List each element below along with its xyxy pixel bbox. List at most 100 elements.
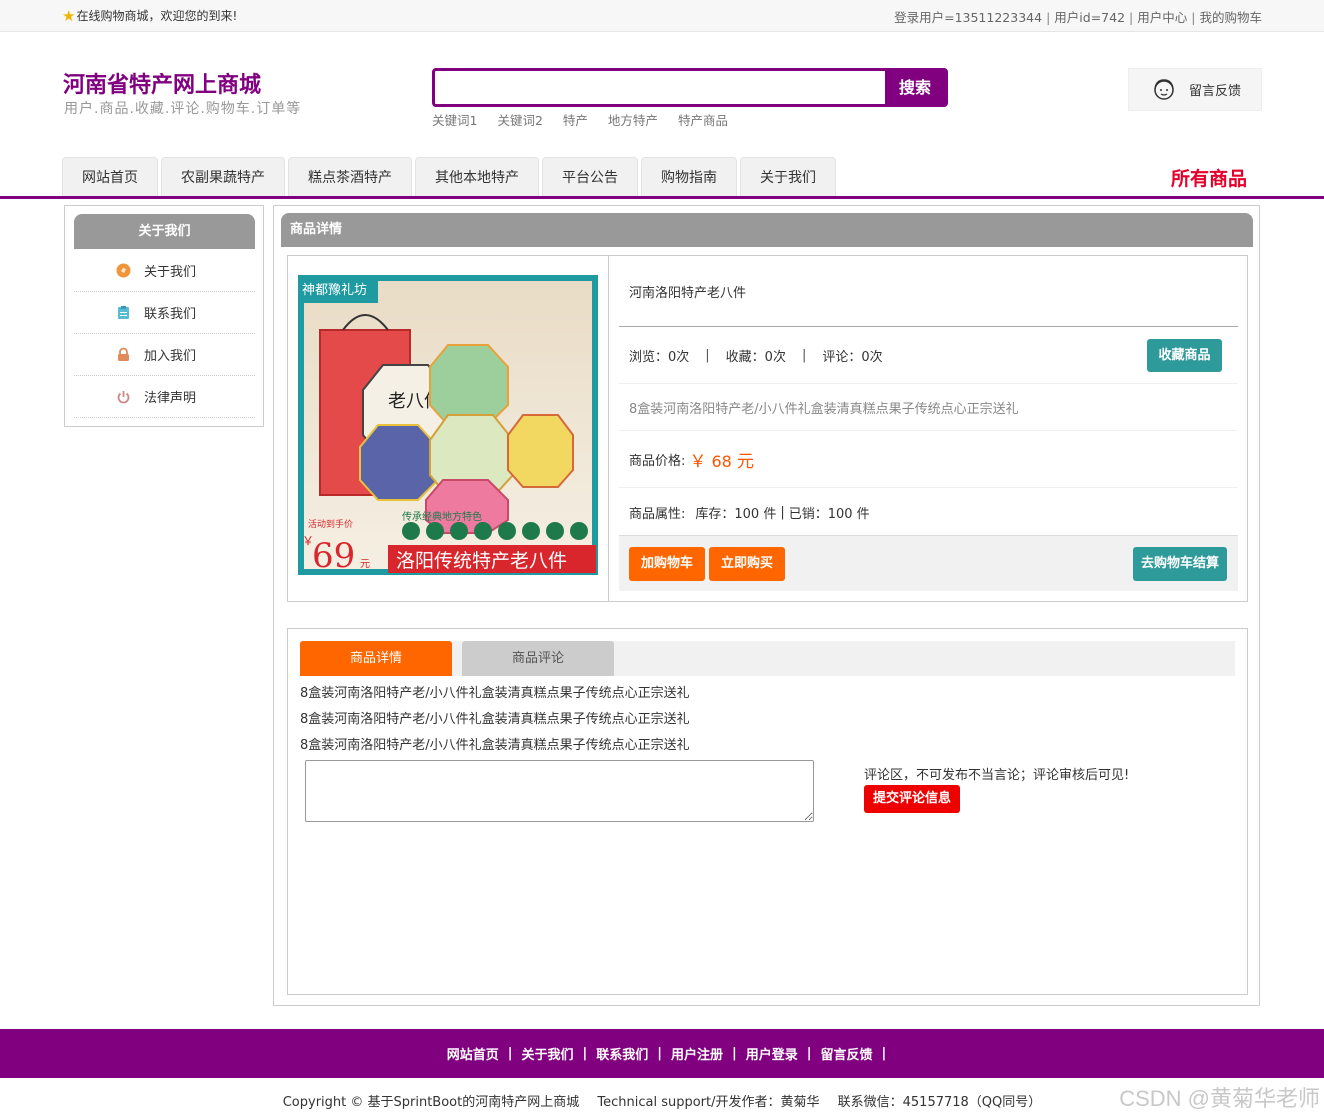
tab-bar: 商品详情 商品评论 — [300, 641, 1235, 676]
stock-count: 库存：100 件 — [695, 506, 777, 522]
nav-item-guide[interactable]: 购物指南 — [641, 157, 737, 197]
sidebar-item-label: 联系我们 — [144, 307, 197, 322]
buy-now-button[interactable]: 立即购买 — [709, 547, 785, 581]
watermark: CSDN @黄菊华老师 — [1119, 1086, 1320, 1111]
detail-line: 8盒装河南洛阳特产老/小八件礼盒装清真糕点果子传统点心正宗送礼 — [300, 686, 690, 701]
nav-item-produce[interactable]: 农副果蔬特产 — [161, 157, 285, 197]
nav-item-pastry[interactable]: 糕点茶酒特产 — [288, 157, 412, 197]
favorite-button[interactable]: 收藏商品 — [1147, 339, 1222, 372]
sidebar-item-join[interactable]: 加入我们 — [74, 334, 255, 376]
user-center-link[interactable]: 用户中心 — [1137, 10, 1187, 25]
welcome-text: 在线购物商城，欢迎您的到来! — [76, 9, 238, 23]
footer-link-feedback[interactable]: 留言反馈 — [821, 1044, 873, 1063]
submit-comment-button[interactable]: 提交评论信息 — [864, 785, 960, 813]
main-panel: 商品详情 神都豫礼坊 老八件 传承经典地方特色 洛阳传统特产老八件 活动到手价 … — [273, 205, 1260, 1006]
product-price-row: 商品价格: ￥ 68 元 — [619, 432, 1238, 488]
promo-unit: 元 — [360, 559, 370, 570]
nav-divider — [0, 196, 1324, 199]
search-button[interactable]: 搜索 — [885, 71, 945, 104]
copyright-text: Copyright © 基于SprintBoot的河南特产网上商城 — [282, 1095, 580, 1110]
power-icon — [117, 391, 130, 404]
sidebar-item-label: 法律声明 — [144, 391, 197, 406]
comment-input[interactable] — [305, 760, 814, 822]
footer-link-about[interactable]: 关于我们 — [521, 1044, 573, 1063]
banner-text: 洛阳传统特产老八件 — [396, 550, 567, 572]
price-value: ￥ 68 元 — [689, 452, 754, 472]
promo-text: 活动到手价 — [308, 518, 353, 530]
support-text: Technical support/开发作者：黄菊华 — [597, 1095, 820, 1110]
customer-service-icon — [1154, 78, 1174, 100]
tab-product-detail[interactable]: 商品详情 — [300, 641, 452, 676]
user-id: 用户id=742 — [1054, 10, 1126, 25]
product-description: 8盒装河南洛阳特产老/小八件礼盒装清真糕点果子传统点心正宗送礼 — [629, 402, 1019, 417]
nav-item-about[interactable]: 关于我们 — [740, 157, 836, 197]
product-name-row: 河南洛阳特产老八件 — [619, 256, 1238, 327]
attr-label: 商品属性: — [629, 506, 686, 522]
search-input[interactable] — [435, 71, 887, 104]
tab-product-reviews[interactable]: 商品评论 — [462, 641, 614, 676]
views-count: 浏览：0次 — [629, 350, 690, 365]
feedback-button[interactable]: 留言反馈 — [1128, 68, 1262, 111]
product-image[interactable]: 神都豫礼坊 老八件 传承经典地方特色 洛阳传统特产老八件 活动到手价 ￥ 69 … — [298, 275, 598, 575]
sold-count: 已销：100 件 — [788, 506, 870, 522]
comments-count: 评论：0次 — [822, 350, 883, 365]
checkout-button[interactable]: 去购物车结算 — [1133, 547, 1227, 581]
product-image-wrap: 神都豫礼坊 老八件 传承经典地方特色 洛阳传统特产老八件 活动到手价 ￥ 69 … — [288, 256, 609, 601]
keyword-link[interactable]: 关键词1 — [432, 110, 477, 129]
product-photo: 神都豫礼坊 老八件 传承经典地方特色 洛阳传统特产老八件 活动到手价 ￥ 69 … — [298, 275, 598, 575]
nav-item-other[interactable]: 其他本地特产 — [415, 157, 539, 197]
user-links: 登录用户=13511223344 | 用户id=742 | 用户中心 | 我的购物车 — [894, 10, 1262, 25]
brand-text: 神都豫礼坊 — [302, 282, 367, 298]
site-title[interactable]: 河南省特产网上商城 — [63, 67, 261, 99]
sidebar-item-label: 加入我们 — [144, 349, 197, 364]
sidebar-item-label: 关于我们 — [144, 265, 197, 280]
section-title: 商品详情 — [281, 213, 1253, 247]
search-keywords: 关键词1 关键词2 特产 地方特产 特产商品 — [432, 110, 748, 129]
clipboard-icon — [118, 306, 129, 319]
main-nav: 网站首页 农副果蔬特产 糕点茶酒特产 其他本地特产 平台公告 购物指南 关于我们 — [62, 157, 839, 197]
sidebar-item-about[interactable]: 关于我们 — [74, 250, 255, 292]
sidebar-item-legal[interactable]: 法律声明 — [74, 376, 255, 418]
product-description-row: 8盒装河南洛阳特产老/小八件礼盒装清真糕点果子传统点心正宗送礼 — [619, 385, 1238, 431]
login-user: 登录用户=13511223344 — [894, 10, 1043, 25]
keyword-link[interactable]: 特产商品 — [678, 110, 728, 129]
promo-price: 69 — [312, 536, 355, 575]
sidebar: 关于我们 关于我们 联系我们 加入我们 法律声明 — [64, 205, 264, 427]
comment-tip: 评论区，不可发布不当言论；评论审核后可见! — [864, 768, 1130, 783]
contact-text: 联系微信：45157718（QQ同号） — [837, 1095, 1042, 1110]
footer-link-home[interactable]: 网站首页 — [447, 1044, 499, 1063]
sub-label: 传承经典地方特色 — [402, 510, 482, 523]
detail-line: 8盒装河南洛阳特产老/小八件礼盒装清真糕点果子传统点心正宗送礼 — [300, 738, 690, 753]
product-name: 河南洛阳特产老八件 — [629, 285, 747, 301]
sidebar-list: 关于我们 联系我们 加入我们 法律声明 — [74, 250, 255, 418]
detail-tabs-section: 商品详情 商品评论 8盒装河南洛阳特产老/小八件礼盒装清真糕点果子传统点心正宗送… — [287, 628, 1248, 995]
footer-link-login[interactable]: 用户登录 — [746, 1044, 798, 1063]
product-stats-row: 浏览：0次 | 收藏：0次 | 评论：0次 收藏商品 — [619, 328, 1238, 384]
keyword-link[interactable]: 地方特产 — [608, 110, 658, 129]
footer-link-register[interactable]: 用户注册 — [671, 1044, 723, 1063]
my-cart-link[interactable]: 我的购物车 — [1199, 10, 1262, 25]
nav-item-home[interactable]: 网站首页 — [62, 157, 158, 197]
site-subtitle: 用户.商品.收藏.评论.购物车.订单等 — [64, 101, 302, 117]
nav-item-notice[interactable]: 平台公告 — [542, 157, 638, 197]
footer-link-contact[interactable]: 联系我们 — [596, 1044, 648, 1063]
keyword-link[interactable]: 特产 — [563, 110, 588, 129]
product-card: 神都豫礼坊 老八件 传承经典地方特色 洛阳传统特产老八件 活动到手价 ￥ 69 … — [287, 255, 1248, 602]
detail-content: 8盒装河南洛阳特产老/小八件礼盒装清真糕点果子传统点心正宗送礼 8盒装河南洛阳特… — [300, 681, 690, 759]
search-box: 搜索 — [432, 68, 948, 107]
keyword-link[interactable]: 关键词2 — [497, 110, 542, 129]
orange-circle-icon — [116, 263, 131, 278]
product-attr-row: 商品属性: 库存：100 件 | 已销：100 件 — [629, 504, 870, 522]
sidebar-item-contact[interactable]: 联系我们 — [74, 292, 255, 334]
product-action-row: 加购物车 立即购买 去购物车结算 — [619, 535, 1238, 591]
add-to-cart-button[interactable]: 加购物车 — [629, 547, 705, 581]
welcome-message: ★ 在线购物商城，欢迎您的到来! — [62, 7, 237, 24]
lock-icon — [118, 347, 129, 361]
detail-line: 8盒装河南洛阳特产老/小八件礼盒装清真糕点果子传统点心正宗送礼 — [300, 712, 690, 727]
top-bar: ★ 在线购物商城，欢迎您的到来! 登录用户=13511223344 | 用户id=7… — [0, 0, 1324, 32]
footer-nav: 网站首页 | 关于我们 | 联系我们 | 用户注册 | 用户登录 | 留言反馈 | — [0, 1029, 1324, 1078]
star-icon: ★ — [62, 6, 76, 25]
sidebar-title: 关于我们 — [74, 214, 255, 249]
feedback-label: 留言反馈 — [1189, 84, 1242, 99]
all-goods-link[interactable]: 所有商品 — [1171, 164, 1247, 191]
